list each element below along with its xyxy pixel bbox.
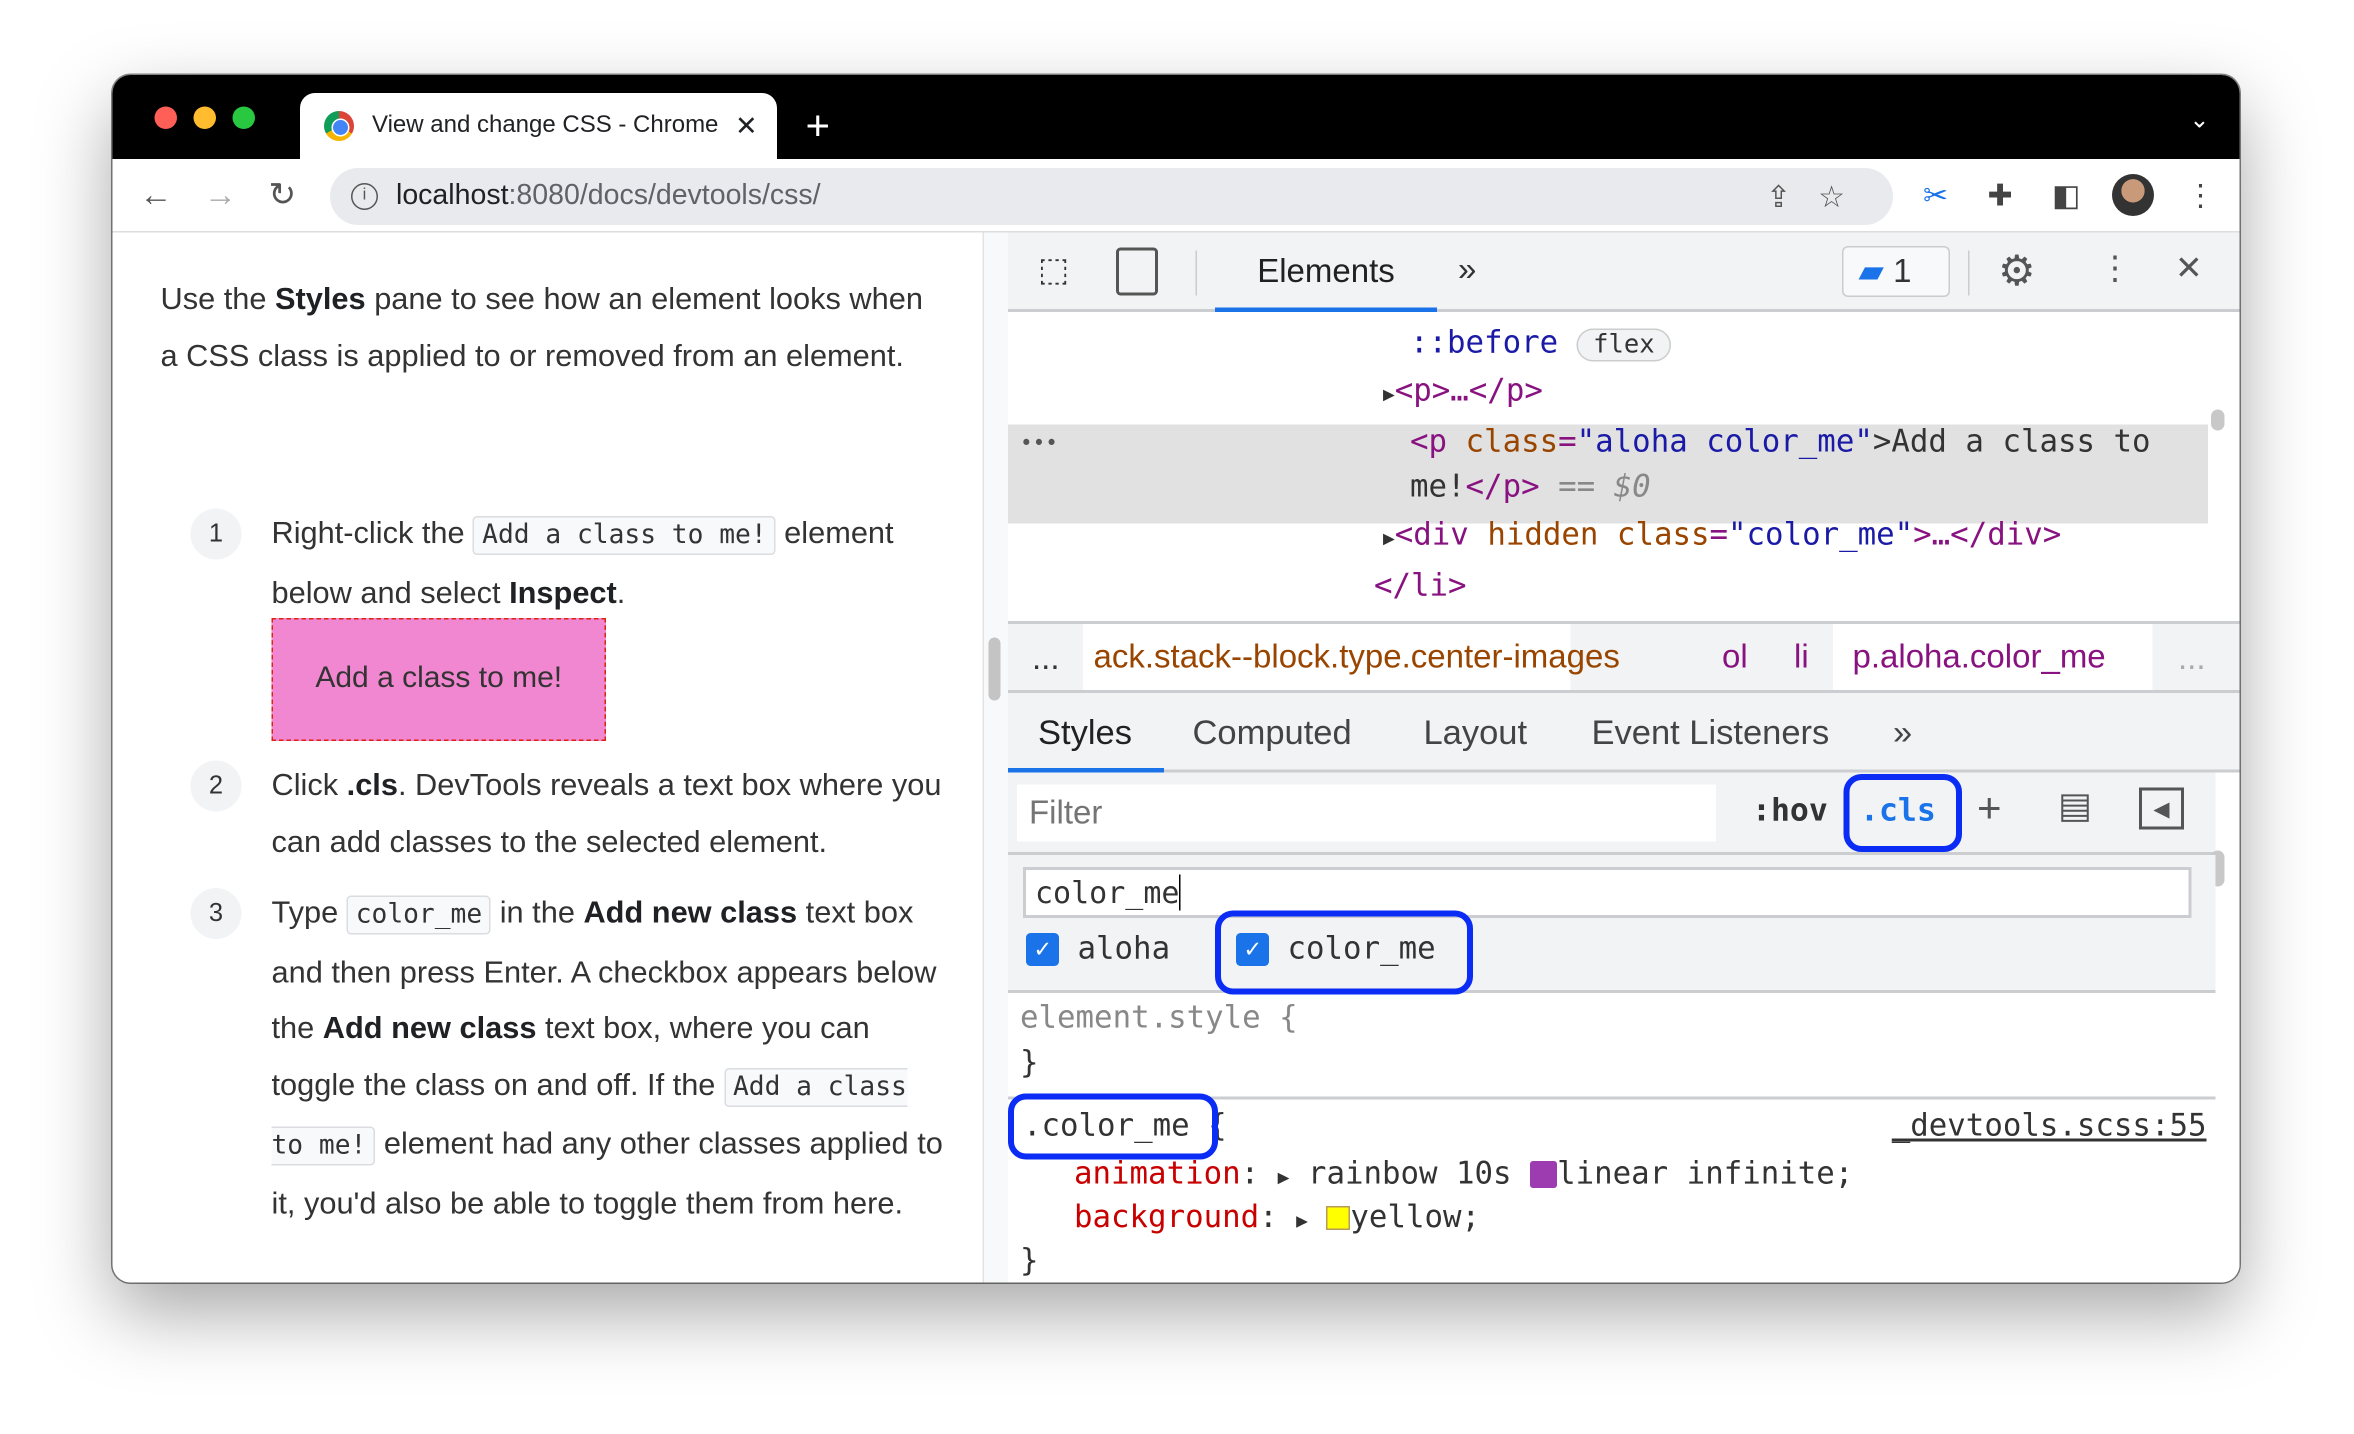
breadcrumb-scroll-right[interactable]: ... bbox=[2178, 639, 2206, 678]
step-number: 2 bbox=[190, 760, 242, 812]
source-link[interactable]: _devtools.scss:55 bbox=[1892, 1107, 2207, 1143]
breadcrumb-scroll-left[interactable]: ... bbox=[1032, 639, 1060, 678]
tab-event-listeners[interactable]: Event Listeners bbox=[1592, 713, 1830, 754]
more-options-kebab-icon[interactable]: ⋮ bbox=[2099, 249, 2132, 288]
breadcrumb: ... ack.stack--block.type.center-images … bbox=[1008, 621, 2240, 693]
share-icon[interactable]: ⇪ bbox=[1766, 182, 1818, 215]
class-toggle-aloha[interactable]: ✓ aloha bbox=[1026, 930, 1170, 966]
tab-elements[interactable]: Elements bbox=[1215, 233, 1437, 312]
minimize-window-button[interactable] bbox=[193, 106, 216, 129]
more-tabs-chevron-icon[interactable]: » bbox=[1893, 713, 1912, 754]
highlight-outline bbox=[1215, 910, 1473, 995]
chrome-icon bbox=[324, 111, 354, 141]
color-swatch[interactable] bbox=[1326, 1206, 1351, 1230]
browser-tab[interactable]: View and change CSS - Chrome ✕ bbox=[300, 93, 777, 159]
close-devtools-icon[interactable]: ✕ bbox=[2175, 249, 2203, 288]
bookmark-star-icon[interactable]: ☆ bbox=[1818, 182, 1872, 215]
dom-tree: ::before flex ▶<p>…</p> ••• <p class="al… bbox=[1008, 312, 2208, 621]
tab-computed[interactable]: Computed bbox=[1193, 713, 1352, 754]
step-2: Click .cls. DevTools reveals a text box … bbox=[271, 768, 942, 859]
title-bar: View and change CSS - Chrome ✕ + ⌄ bbox=[112, 75, 2240, 159]
dom-scrollbar[interactable] bbox=[2211, 409, 2225, 431]
menu-kebab-icon[interactable]: ⋮ bbox=[2186, 177, 2216, 215]
dom-node-li-close[interactable]: </li> bbox=[1374, 567, 1467, 603]
inspect-element-icon[interactable]: ⬚ bbox=[1038, 251, 1069, 290]
close-tab-icon[interactable]: ✕ bbox=[735, 110, 758, 142]
tab-styles[interactable]: Styles bbox=[1038, 713, 1132, 754]
add-class-demo-box[interactable]: Add a class to me! bbox=[271, 618, 606, 741]
forward-button[interactable]: → bbox=[204, 176, 237, 215]
page-content: Use the Styles pane to see how an elemen… bbox=[113, 233, 983, 1283]
address-bar[interactable]: i localhost:8080/docs/devtools/css/ ⇪☆ bbox=[330, 168, 1893, 225]
extensions-puzzle-icon[interactable]: ✚ bbox=[1988, 177, 2013, 215]
issues-button[interactable]: ▰ 1 bbox=[1842, 246, 1950, 297]
avatar[interactable] bbox=[2112, 174, 2154, 216]
dom-node-p[interactable]: ▶<p>…</p> bbox=[1383, 372, 1543, 408]
toggle-sidebar-icon[interactable]: ◀ bbox=[2139, 787, 2184, 830]
step-3: Type color_me in the Add new class text … bbox=[271, 895, 943, 1221]
new-style-rule-plus-icon[interactable]: + bbox=[1977, 785, 2002, 833]
page-scrollbar[interactable] bbox=[988, 637, 1001, 701]
settings-gear-icon[interactable]: ⚙ bbox=[1998, 246, 2036, 296]
devtools-resize-handle[interactable] bbox=[982, 232, 1008, 1283]
message-icon: ▰ bbox=[1858, 252, 1884, 290]
class-editor: color_me ✓ aloha ✓ color_me bbox=[1008, 855, 2216, 995]
info-icon[interactable]: i bbox=[351, 183, 378, 210]
easing-editor-icon[interactable] bbox=[1530, 1161, 1558, 1188]
side-panel-icon[interactable]: ◧ bbox=[2052, 177, 2080, 215]
tab-search-chevron-icon[interactable]: ⌄ bbox=[2189, 105, 2209, 135]
breadcrumb-item[interactable]: li bbox=[1794, 638, 1809, 677]
breadcrumb-item[interactable]: ack.stack--block.type.center-images bbox=[1094, 638, 1620, 677]
element-style-rule[interactable]: element.style { bbox=[1020, 999, 1298, 1035]
flex-badge[interactable]: flex bbox=[1576, 328, 1672, 362]
add-new-class-input[interactable]: color_me bbox=[1023, 867, 2192, 918]
paint-brush-icon[interactable]: ▤ bbox=[2058, 785, 2092, 829]
close-window-button[interactable] bbox=[154, 106, 177, 129]
breadcrumb-item[interactable]: ol bbox=[1722, 638, 1748, 677]
devtools-toolbar: ⬚ Elements » ▰ 1 ⚙ ⋮ ✕ bbox=[1008, 232, 2240, 312]
maximize-window-button[interactable] bbox=[232, 106, 255, 129]
checkbox-checked-icon: ✓ bbox=[1026, 933, 1059, 966]
styles-tabs: Styles Computed Layout Event Listeners » bbox=[1008, 693, 2240, 773]
hov-button[interactable]: :hov bbox=[1752, 792, 1828, 828]
filter-input[interactable] bbox=[1017, 784, 1716, 842]
tab-layout[interactable]: Layout bbox=[1424, 713, 1528, 754]
dom-node-div[interactable]: ▶<div hidden class="color_me">…</div> bbox=[1383, 516, 2061, 552]
node-actions-ellipsis[interactable]: ••• bbox=[1020, 432, 1058, 456]
browser-window: View and change CSS - Chrome ✕ + ⌄ ← → ↻… bbox=[112, 75, 2240, 1283]
breadcrumb-item-selected[interactable]: p.aloha.color_me bbox=[1853, 638, 2106, 677]
new-tab-button[interactable]: + bbox=[806, 102, 831, 150]
back-button[interactable]: ← bbox=[140, 176, 173, 215]
reload-button[interactable]: ↻ bbox=[269, 176, 297, 215]
style-rules: element.style { } .color_me { _devtools.… bbox=[1008, 993, 2216, 1283]
scissors-icon[interactable]: ✂ bbox=[1923, 177, 1948, 215]
intro-text: Use the Styles pane to see how an elemen… bbox=[160, 282, 923, 373]
more-tabs-chevron-icon[interactable]: » bbox=[1458, 251, 1476, 290]
pseudo-before-node[interactable]: ::before bbox=[1410, 324, 1558, 360]
step-number: 1 bbox=[190, 508, 242, 560]
devtools-panel: ⬚ Elements » ▰ 1 ⚙ ⋮ ✕ ::before flex ▶<p… bbox=[1008, 232, 2240, 1283]
browser-toolbar: ← → ↻ i localhost:8080/docs/devtools/css… bbox=[112, 159, 2240, 233]
styles-toolbar: :hov .cls + ▤ ◀ bbox=[1008, 772, 2216, 855]
step-1: Right-click the Add a class to me! eleme… bbox=[271, 516, 894, 610]
declaration-animation[interactable]: animation: ▶ rainbow 10s linear infinite… bbox=[1074, 1155, 1853, 1191]
declaration-background[interactable]: background: ▶ yellow; bbox=[1074, 1199, 1480, 1235]
highlight-outline bbox=[1008, 1093, 1218, 1160]
device-toolbar-icon[interactable] bbox=[1116, 247, 1158, 296]
highlight-outline bbox=[1843, 774, 1962, 852]
step-number: 3 bbox=[190, 888, 242, 939]
